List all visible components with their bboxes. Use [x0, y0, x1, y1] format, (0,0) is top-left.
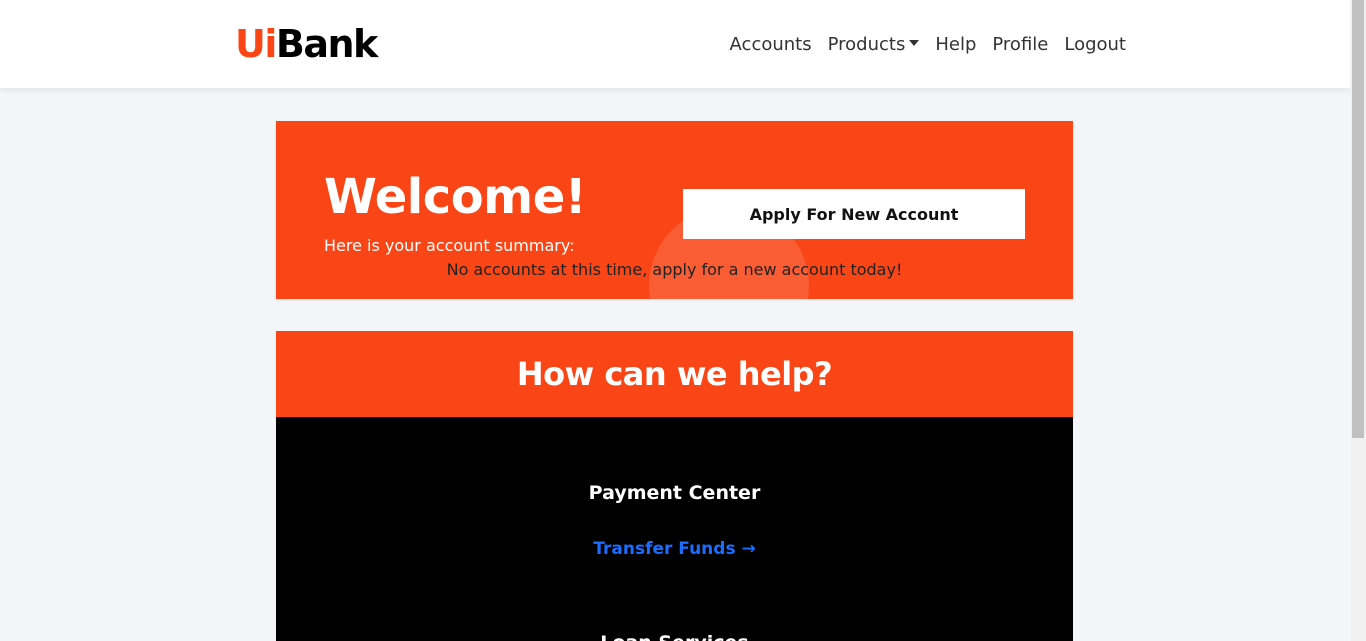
nav-links: Accounts Products Help Profile Logout	[730, 32, 1126, 58]
scrollbar-thumb[interactable]	[1352, 0, 1364, 438]
apply-new-account-button[interactable]: Apply For New Account	[683, 189, 1025, 239]
logo-prefix: Ui	[235, 22, 277, 66]
nav-accounts-link[interactable]: Accounts	[730, 32, 812, 58]
nav-profile-link[interactable]: Profile	[992, 32, 1048, 58]
uibank-logo[interactable]: UiBank	[235, 22, 378, 66]
nav-help-link[interactable]: Help	[935, 32, 976, 58]
top-navbar: UiBank Accounts Products Help Profile Lo…	[0, 0, 1350, 88]
transfer-funds-link[interactable]: Transfer Funds →	[276, 537, 1073, 561]
logo-name: Bank	[275, 22, 378, 66]
help-heading: How can we help?	[516, 355, 833, 393]
no-accounts-message: No accounts at this time, apply for a ne…	[446, 260, 903, 279]
nav-products-label: Products	[827, 34, 906, 55]
account-summary-label: Here is your account summary:	[324, 236, 575, 255]
nav-logout-link[interactable]: Logout	[1064, 32, 1126, 58]
nav-products-dropdown[interactable]: Products	[828, 32, 920, 58]
loan-services-heading: Loan Services	[276, 631, 1073, 641]
help-header: How can we help?	[276, 331, 1073, 417]
welcome-card: Welcome! Here is your account summary: A…	[276, 121, 1073, 299]
help-services-panel: Payment Center Transfer Funds → Loan Ser…	[276, 417, 1073, 641]
page-scrollbar[interactable]	[1350, 0, 1366, 641]
caret-down-icon	[909, 40, 920, 46]
welcome-heading: Welcome!	[324, 169, 587, 225]
payment-center-heading: Payment Center	[588, 482, 761, 504]
